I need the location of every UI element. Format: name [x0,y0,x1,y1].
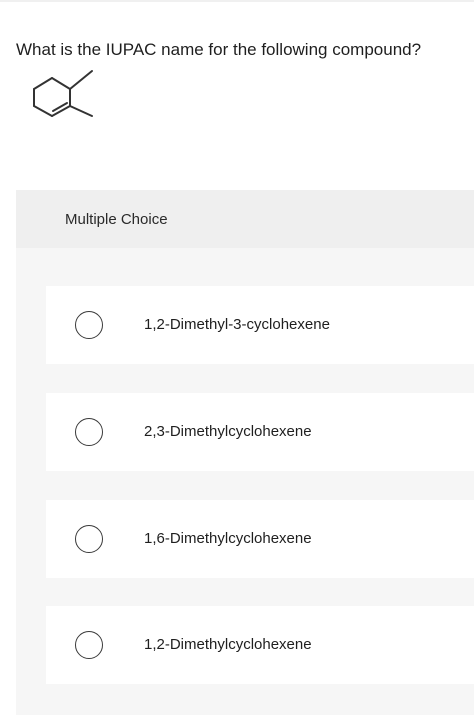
radio-button-icon[interactable] [75,631,103,659]
option-label: 1,2-Dimethyl-3-cyclohexene [144,316,330,333]
radio-button-icon[interactable] [75,311,103,339]
top-divider [0,0,474,2]
option-3[interactable]: 1,6-Dimethylcyclohexene [46,500,474,578]
option-2[interactable]: 2,3-Dimethylcyclohexene [46,393,474,471]
option-1[interactable]: 1,2-Dimethyl-3-cyclohexene [46,286,474,364]
multiple-choice-title: Multiple Choice [65,211,168,228]
option-4[interactable]: 1,2-Dimethylcyclohexene [46,606,474,684]
radio-button-icon[interactable] [75,418,103,446]
question-text: What is the IUPAC name for the following… [16,40,422,59]
skeletal-structure-icon [26,64,106,124]
option-label: 1,6-Dimethylcyclohexene [144,530,312,547]
radio-button-icon[interactable] [75,525,103,553]
multiple-choice-header: Multiple Choice [16,190,474,248]
option-label: 1,2-Dimethylcyclohexene [144,636,312,653]
multiple-choice-panel: Multiple Choice 1,2-Dimethyl-3-cyclohexe… [16,190,474,715]
option-label: 2,3-Dimethylcyclohexene [144,423,312,440]
